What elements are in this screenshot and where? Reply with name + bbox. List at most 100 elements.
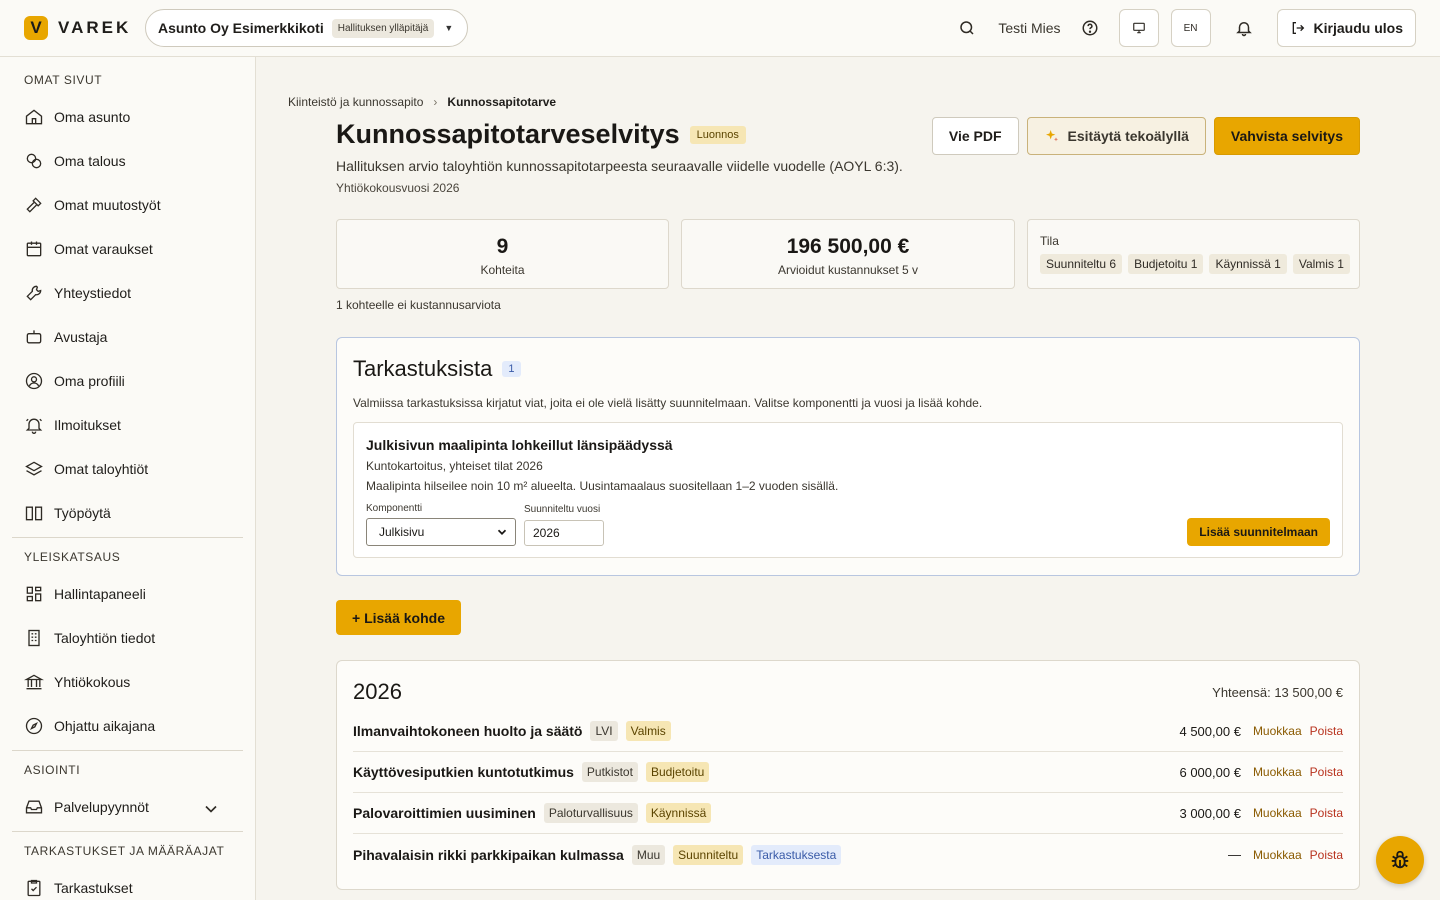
logout-label: Kirjaudu ulos (1313, 20, 1403, 36)
status-chip: Valmis 1 (1292, 254, 1350, 274)
org-selector[interactable]: Asunto Oy Esimerkkikoti Hallituksen yllä… (145, 9, 469, 47)
delete-link[interactable]: Poista (1310, 848, 1343, 862)
wrench-icon (26, 285, 42, 301)
main-content: Kiinteistö ja kunnossapito › Kunnossapit… (256, 57, 1440, 900)
row-actions: — Muokkaa Poista (1228, 847, 1343, 862)
table-row: Palovaroittimien uusiminen Paloturvallis… (353, 793, 1343, 834)
sidebar-item-ilmoitukset[interactable]: Ilmoitukset (0, 403, 255, 447)
sidebar-item-yhtiokokous[interactable]: Yhtiökokous (0, 660, 255, 704)
inspections-panel: Tarkastuksista 1 Valmiissa tarkastuksiss… (336, 337, 1360, 576)
logo[interactable]: V VAREK (24, 16, 145, 40)
finding-description: Maalipinta hilseilee noin 10 m² alueelta… (366, 479, 839, 493)
confirm-report-button[interactable]: Vahvista selvitys (1213, 117, 1360, 155)
delete-link[interactable]: Poista (1310, 724, 1343, 738)
page-subtitle: Hallituksen arvio taloyhtiön kunnossapit… (336, 158, 903, 174)
book-open-icon (25, 506, 43, 521)
help-icon[interactable] (1079, 17, 1101, 39)
sidebar-item-label: Oma talous (54, 153, 126, 169)
sparkles-icon (1045, 130, 1058, 142)
sidebar-item-omat-taloyhtiot[interactable]: Omat taloyhtiöt (0, 447, 255, 491)
sidebar-item-label: Työpöytä (54, 505, 111, 521)
sidebar-item-oma-profiili[interactable]: Oma profiili (0, 359, 255, 403)
maintenance-items-list: Ilmanvaihtokoneen huolto ja säätö LVI Va… (353, 711, 1343, 875)
item-amount: 4 500,00 € (1179, 723, 1241, 739)
search-icon[interactable] (956, 17, 978, 39)
stat-states-label: Tila (1040, 234, 1059, 248)
sidebar-item-ohjattu-aikajana[interactable]: Ohjattu aikajana (0, 704, 255, 748)
edit-link[interactable]: Muokkaa (1253, 848, 1302, 862)
item-amount: 6 000,00 € (1179, 764, 1241, 780)
stat-items-value: 9 (496, 235, 509, 258)
logout-button[interactable]: Kirjaudu ulos (1276, 9, 1416, 47)
ai-prefill-button[interactable]: Esitäytä tekoälyllä (1026, 117, 1206, 155)
sidebar-item-tarkastukset[interactable]: Tarkastukset (0, 866, 255, 900)
sidebar-item-label: Oma asunto (54, 109, 131, 125)
sidebar-item-label: Ilmoitukset (54, 417, 121, 433)
calendar-icon (26, 241, 42, 257)
planned-year-input[interactable]: 2026 (524, 520, 604, 546)
inspection-finding-card: Julkisivun maalipinta lohkeillut länsipä… (353, 422, 1343, 558)
sidebar-divider (12, 750, 243, 751)
item-status-tag: Suunniteltu (673, 844, 744, 865)
logout-icon (1292, 22, 1304, 34)
row-actions: 3 000,00 € Muokkaa Poista (1179, 806, 1343, 821)
status-badge: Luonnos (689, 125, 746, 144)
language-toggle[interactable]: EN (1170, 9, 1211, 47)
sidebar-item-label: Yhteystiedot (54, 285, 132, 301)
item-amount: 3 000,00 € (1179, 805, 1241, 821)
sidebar-item-omat-muutostyot[interactable]: Omat muutostyöt (0, 183, 255, 227)
edit-link[interactable]: Muokkaa (1253, 765, 1302, 779)
sidebar-section-title: OMAT SIVUT (24, 73, 103, 87)
sidebar: OMAT SIVUT Oma asunto Oma talous Omat mu… (0, 57, 256, 900)
bell-icon[interactable] (1233, 17, 1255, 39)
user-name[interactable]: Testi Mies (998, 20, 1060, 36)
sidebar-item-oma-talous[interactable]: Oma talous (0, 139, 255, 183)
bug-icon (1391, 850, 1409, 869)
delete-link[interactable]: Poista (1310, 806, 1343, 820)
component-select-value: Julkisivu (379, 525, 425, 539)
sidebar-item-oma-asunto[interactable]: Oma asunto (0, 95, 255, 139)
status-chips: Suunniteltu 6 Budjetoitu 1 Käynnissä 1 V… (1040, 254, 1359, 274)
edit-link[interactable]: Muokkaa (1253, 806, 1302, 820)
monitor-icon[interactable] (1118, 9, 1159, 47)
page-title-row: Kunnossapitotarveselvitys Luonnos (336, 119, 746, 150)
export-pdf-button[interactable]: Vie PDF (931, 117, 1019, 155)
item-name: Palovaroittimien uusiminen (353, 805, 536, 821)
edit-link[interactable]: Muokkaa (1253, 724, 1302, 738)
sidebar-item-label: Ohjattu aikajana (54, 718, 156, 734)
row-actions: 6 000,00 € Muokkaa Poista (1179, 765, 1343, 780)
sidebar-item-palvelupyynnot[interactable]: Palvelupyynnöt (0, 785, 255, 829)
logo-mark: V (24, 16, 48, 40)
missing-estimate-note: 1 kohteelle ei kustannusarviota (336, 298, 501, 312)
breadcrumb-parent[interactable]: Kiinteistö ja kunnossapito (288, 95, 423, 109)
sidebar-item-tyopoyta[interactable]: Työpöytä (0, 491, 255, 535)
sidebar-section-title: TARKASTUKSET JA MÄÄRÄAJAT (24, 844, 225, 858)
sidebar-item-yhteystiedot[interactable]: Yhteystiedot (0, 271, 255, 315)
add-item-button[interactable]: + Lisää kohde (336, 600, 461, 635)
item-status-tag: Budjetoitu (645, 762, 710, 782)
item-status-tag: Käynnissä (645, 803, 712, 823)
stat-costs-value: 196 500,00 € (786, 235, 910, 258)
inspections-count-badge: 1 (502, 361, 521, 377)
bug-report-button[interactable] (1376, 836, 1424, 884)
sidebar-item-avustaja[interactable]: Avustaja (0, 315, 255, 359)
layers-icon (25, 461, 43, 476)
meeting-year: Yhtiökokousvuosi 2026 (336, 181, 460, 195)
delete-link[interactable]: Poista (1310, 765, 1343, 779)
add-to-plan-button[interactable]: Lisää suunnitelmaan (1187, 518, 1330, 546)
sidebar-divider (12, 831, 243, 832)
stat-costs-label: Arvioidut kustannukset 5 v (777, 263, 919, 277)
logo-text: VAREK (58, 18, 132, 37)
sidebar-item-hallintapaneeli[interactable]: Hallintapaneeli (0, 572, 255, 616)
user-circle-icon (25, 372, 43, 390)
org-role-badge: Hallituksen ylläpitäjä (331, 18, 435, 38)
sidebar-section-title: YLEISKATSAUS (24, 550, 121, 564)
hammer-icon (26, 197, 42, 213)
planned-year-label: Suunniteltu vuosi (524, 504, 601, 515)
sidebar-item-omat-varaukset[interactable]: Omat varaukset (0, 227, 255, 271)
bell-ring-icon (25, 418, 43, 434)
year-group-total: Yhteensä: 13 500,00 € (1212, 685, 1343, 700)
sidebar-item-label: Hallintapaneeli (54, 586, 146, 602)
sidebar-item-taloyhtion-tiedot[interactable]: Taloyhtiön tiedot (0, 616, 255, 660)
component-select[interactable]: Julkisivu (366, 518, 516, 546)
